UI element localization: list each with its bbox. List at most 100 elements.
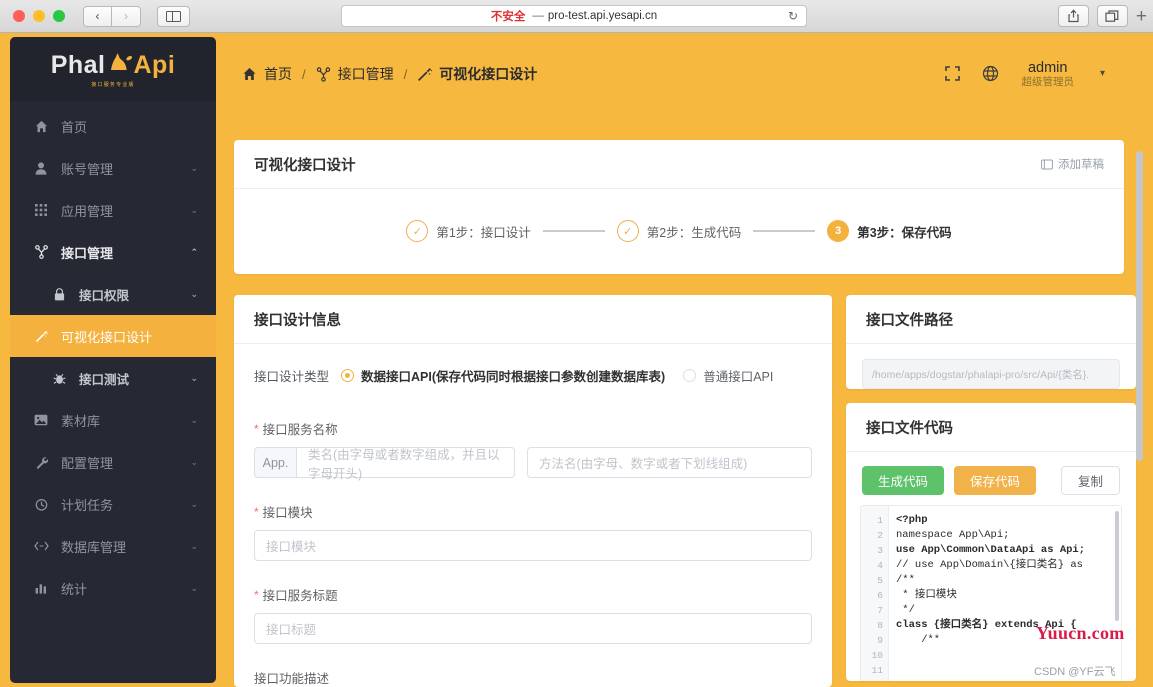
file-path-input[interactable]: /home/apps/dogstar/phalapi-pro/src/Api/{… xyxy=(862,359,1120,389)
sidebar-item-account-management[interactable]: 账号管理 ⌄ xyxy=(10,147,216,189)
app-logo[interactable]: Phal Api 接口服务专业版 xyxy=(10,37,216,101)
sidebar-item-api-test[interactable]: 接口测试 ⌄ xyxy=(10,357,216,399)
fullscreen-icon xyxy=(945,66,961,82)
api-title-input[interactable]: 接口标题 xyxy=(254,613,812,644)
new-tab-button[interactable]: + xyxy=(1136,7,1147,26)
radio-normal-api[interactable]: 普通接口API xyxy=(683,366,773,385)
sidebar-item-scheduled-task[interactable]: 计划任务 ⌄ xyxy=(10,483,216,525)
chevron-down-icon: ⌄ xyxy=(190,162,198,173)
line-number: 5 xyxy=(877,575,883,586)
field-api-module: * 接口模块 接口模块 xyxy=(254,502,812,561)
code-scrollbar[interactable] xyxy=(1115,511,1119,621)
code-toolbar: 生成代码 保存代码 复制 xyxy=(846,452,1136,505)
chevron-down-icon[interactable]: ▾ xyxy=(1100,68,1105,79)
sidebar-item-label: 账号管理 xyxy=(61,161,114,177)
code-line: /** xyxy=(896,574,915,586)
show-tabs-button[interactable] xyxy=(1096,5,1128,27)
step-1[interactable]: ✓ 第1步：接口设计 xyxy=(406,220,531,242)
sidebar-item-home[interactable]: 首页 xyxy=(10,105,216,147)
share-button[interactable] xyxy=(1057,5,1089,27)
line-number: 1 xyxy=(877,515,883,526)
app-root: Phal Api 接口服务专业版 首页 账号管理 ⌄ 应用管理 ⌄ 接口管理 ⌃… xyxy=(0,33,1153,687)
step-connector xyxy=(753,230,816,232)
sidebar: Phal Api 接口服务专业版 首页 账号管理 ⌄ 应用管理 ⌄ 接口管理 ⌃… xyxy=(10,37,216,683)
sidebar-item-label: 应用管理 xyxy=(61,203,114,219)
generate-code-button[interactable]: 生成代码 xyxy=(862,466,945,495)
window-traffic-lights xyxy=(0,10,65,22)
step-indicator: ✓ 第1步：接口设计 ✓ 第2步：生成代码 3 第3步：保存代码 xyxy=(234,189,1124,273)
design-info-form: 接口设计类型 数据接口API(保存代码同时根据接口参数创建数据库表) 普通接口A… xyxy=(234,344,832,687)
lock-icon xyxy=(50,287,68,301)
step-check-icon: ✓ xyxy=(616,220,639,242)
maximize-window-button[interactable] xyxy=(53,10,65,22)
logo-text-phal: Phal xyxy=(50,50,106,79)
design-info-title: 接口设计信息 xyxy=(254,312,341,329)
top-bar-actions: admin 超级管理员 ▾ xyxy=(945,60,1105,89)
clock-icon xyxy=(32,498,50,511)
step-panel-header: 可视化接口设计 添加草稿 xyxy=(234,140,1124,189)
file-path-title: 接口文件路径 xyxy=(866,312,953,329)
field-api-title: * 接口服务标题 接口标题 xyxy=(254,585,812,644)
method-name-input[interactable]: 方法名(由字母、数字或者下划线组成) xyxy=(527,447,812,478)
page-scrollbar[interactable] xyxy=(1136,151,1143,461)
api-module-input[interactable]: 接口模块 xyxy=(254,530,812,561)
field-label-text: 接口模块 xyxy=(262,506,313,520)
forward-button[interactable]: › xyxy=(112,5,141,27)
breadcrumb-item-home[interactable]: 首页 xyxy=(242,64,292,84)
sidebar-item-config-management[interactable]: 配置管理 ⌄ xyxy=(10,441,216,483)
code-line: use App\Common\DataApi as Api; xyxy=(896,544,1086,556)
globe-icon xyxy=(983,66,999,82)
step-2[interactable]: ✓ 第2步：生成代码 xyxy=(616,220,742,242)
class-name-input[interactable]: 类名(由字母或者数字组成，并且以字母开头) xyxy=(296,447,515,481)
line-number: 9 xyxy=(877,635,883,646)
browser-chrome: ‹ › 不安全 — pro-test.api.yesapi.cn ↻ + xyxy=(0,0,1153,33)
app-prefix-label: App. xyxy=(254,447,296,478)
sidebar-item-material-library[interactable]: 素材库 ⌄ xyxy=(10,399,216,441)
magic-wand-icon xyxy=(418,67,433,81)
logo-wordmark: Phal Api xyxy=(51,51,176,80)
sidebar-item-label: 首页 xyxy=(61,119,88,135)
top-bar: 首页 / 接口管理 / 可视化接口设计 admin 超级管理员 ▾ xyxy=(226,33,1153,115)
address-bar[interactable]: 不安全 — pro-test.api.yesapi.cn ↻ xyxy=(341,5,807,27)
step-check-icon: ✓ xyxy=(406,220,429,242)
minimize-window-button[interactable] xyxy=(33,10,45,22)
step-number: 3 xyxy=(827,220,850,242)
line-number: 7 xyxy=(877,605,883,616)
breadcrumb-label: 首页 xyxy=(264,66,292,82)
close-window-button[interactable] xyxy=(13,10,25,22)
line-number: 8 xyxy=(877,620,883,631)
logo-text-api: Api xyxy=(133,50,176,79)
language-button[interactable] xyxy=(982,65,999,82)
add-draft-button[interactable]: 添加草稿 xyxy=(1041,156,1104,172)
magic-wand-icon xyxy=(32,330,50,343)
sidebar-item-api-management[interactable]: 接口管理 ⌃ xyxy=(10,231,216,273)
file-path-body: /home/apps/dogstar/phalapi-pro/src/Api/{… xyxy=(846,344,1136,404)
yuucn-watermark: Yuucn.com xyxy=(1036,623,1125,643)
back-button[interactable]: ‹ xyxy=(83,5,112,27)
save-code-button[interactable]: 保存代码 xyxy=(954,466,1037,495)
reload-icon[interactable]: ↻ xyxy=(788,9,798,23)
url-separator: — xyxy=(532,10,544,22)
sidebar-item-database-management[interactable]: 数据库管理 ⌄ xyxy=(10,525,216,567)
field-api-description: 接口功能描述 xyxy=(254,668,812,687)
radio-label: 普通接口API xyxy=(703,370,774,384)
radio-data-api[interactable]: 数据接口API(保存代码同时根据接口参数创建数据库表) xyxy=(341,366,665,385)
breadcrumb: 首页 / 接口管理 / 可视化接口设计 xyxy=(226,64,537,84)
sidebar-item-visual-api-design[interactable]: 可视化接口设计 xyxy=(10,315,216,357)
sidebar-item-statistics[interactable]: 统计 ⌄ xyxy=(10,567,216,609)
fullscreen-button[interactable] xyxy=(945,66,961,82)
breadcrumb-separator: / xyxy=(403,66,408,82)
step-3[interactable]: 3 第3步：保存代码 xyxy=(827,220,952,242)
breadcrumb-separator: / xyxy=(302,66,306,82)
user-menu[interactable]: admin 超级管理员 xyxy=(1021,60,1074,89)
chevron-down-icon: ⌄ xyxy=(190,288,198,299)
code-editor[interactable]: 1 2 3 4 5 6 7 8 9 10 11 <?php namespace … xyxy=(860,505,1122,681)
copy-code-button[interactable]: 复制 xyxy=(1060,466,1120,495)
sidebar-item-api-permission[interactable]: 接口权限 ⌄ xyxy=(10,273,216,315)
breadcrumb-item-api-management[interactable]: 接口管理 xyxy=(316,64,394,84)
step-label: 第2步：生成代码 xyxy=(646,225,742,240)
chevron-down-icon: ⌄ xyxy=(190,372,198,383)
browser-sidebar-toggle-button[interactable] xyxy=(157,5,190,27)
code-panel-title: 接口文件代码 xyxy=(866,420,953,437)
sidebar-item-application-management[interactable]: 应用管理 ⌄ xyxy=(10,189,216,231)
